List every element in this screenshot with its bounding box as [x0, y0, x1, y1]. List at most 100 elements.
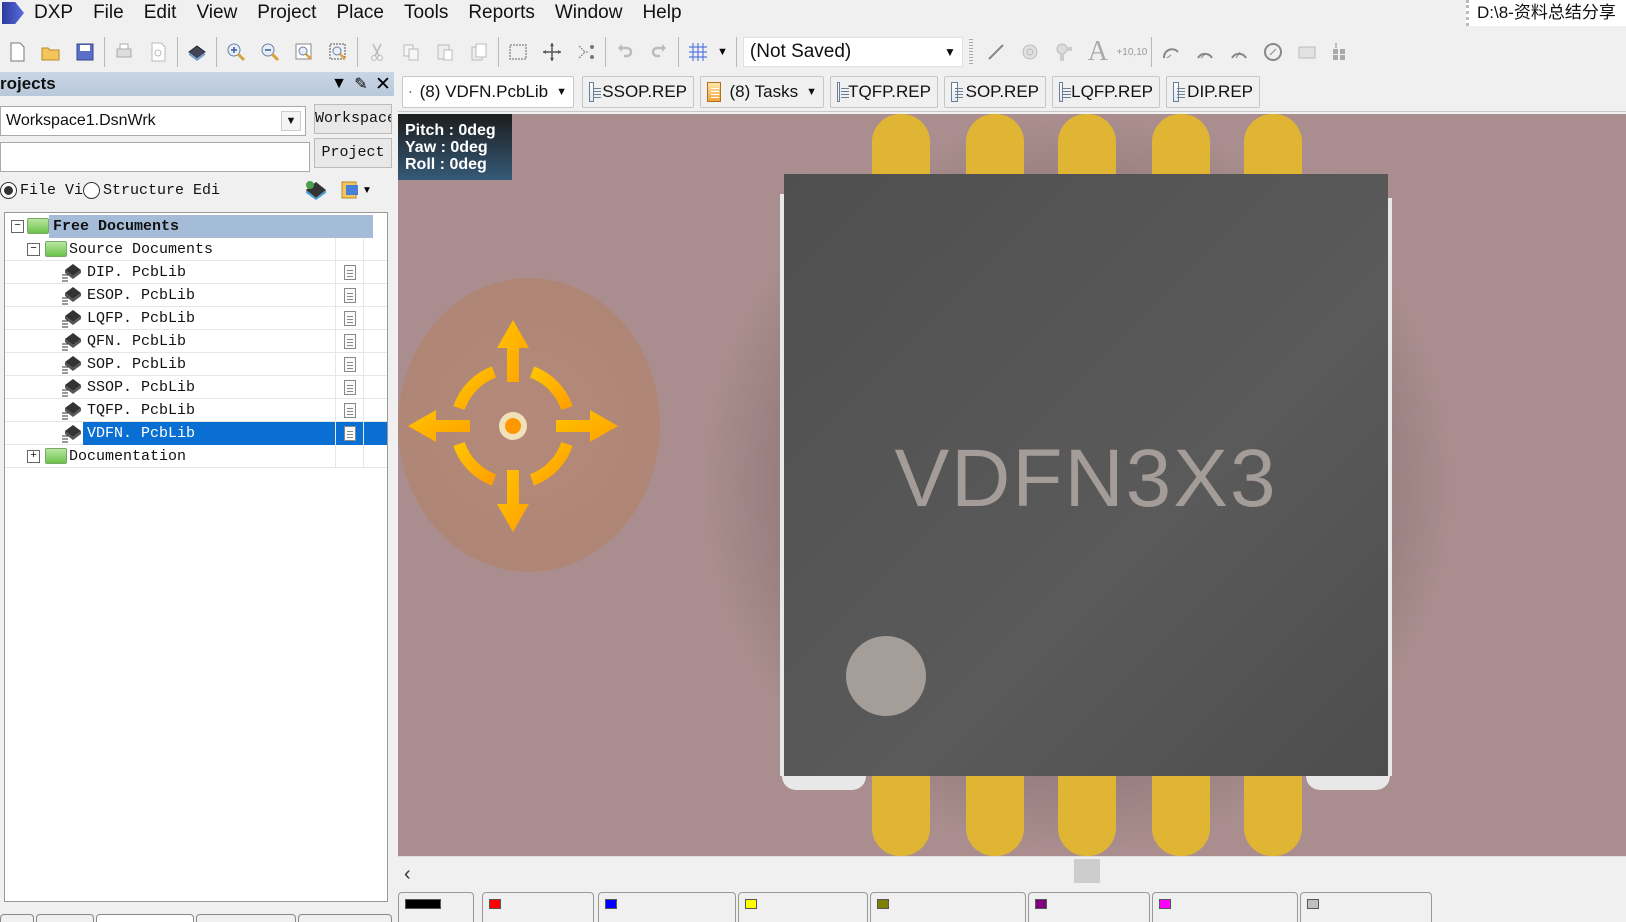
zoom-out-button[interactable] — [253, 36, 287, 68]
tree-file-item[interactable]: SOP. PcbLib — [5, 353, 387, 376]
move-button[interactable] — [535, 36, 569, 68]
chevron-down-icon[interactable]: ▼ — [556, 86, 567, 98]
deselect-button[interactable] — [569, 36, 603, 68]
chevron-down-icon[interactable]: ▼ — [806, 86, 817, 98]
arc-any-button[interactable] — [1222, 36, 1256, 68]
tree-node-documentation[interactable]: + Documentation — [5, 445, 387, 468]
menu-file[interactable]: File — [83, 0, 134, 26]
scrollbar-thumb[interactable] — [1074, 859, 1100, 883]
layer-tab[interactable] — [482, 892, 594, 922]
doc-tab-vdfn-pcblib[interactable]: (8) VDFN.PcbLib ▼ — [402, 76, 574, 108]
doc-tab-ssop-rep[interactable]: SSOP.REP — [582, 76, 694, 108]
variant-combo[interactable]: (Not Saved) ▼ — [742, 37, 963, 67]
layer-tab[interactable] — [1300, 892, 1432, 922]
close-icon[interactable]: ✕ — [372, 73, 394, 96]
panel-tab-projects[interactable] — [96, 914, 194, 922]
expand-icon[interactable]: + — [27, 450, 40, 463]
tree-file-item[interactable]: ESOP. PcbLib — [5, 284, 387, 307]
panel-menu-button[interactable]: ▼ — [328, 75, 350, 93]
doc-tab-tqfp-rep[interactable]: TQFP.REP — [830, 76, 938, 108]
place-coordinate-button[interactable]: +10,10 — [1115, 36, 1149, 68]
tree-file-item[interactable]: QFN. PcbLib — [5, 330, 387, 353]
project-field[interactable] — [0, 142, 310, 172]
open-button[interactable] — [34, 36, 68, 68]
workspace-combo[interactable]: Workspace1.DsnWrk ▼ — [0, 106, 306, 136]
arc-center-button[interactable] — [1154, 36, 1188, 68]
new-document-button[interactable] — [0, 36, 34, 68]
chevron-down-icon[interactable]: ▼ — [281, 111, 301, 131]
layer-tab[interactable] — [870, 892, 1026, 922]
menu-window[interactable]: Window — [545, 0, 633, 26]
place-string-button[interactable]: A — [1081, 36, 1115, 68]
paste-button[interactable] — [428, 36, 462, 68]
scroll-left-icon[interactable]: ‹ — [404, 863, 411, 886]
dxp-logo-icon[interactable] — [2, 2, 24, 24]
menu-project[interactable]: Project — [247, 0, 326, 26]
toolbar-grip[interactable] — [968, 39, 973, 65]
tree-node-source-documents[interactable]: − Source Documents — [5, 238, 387, 261]
file-view-radio[interactable] — [0, 181, 17, 199]
zoom-fit-button[interactable] — [287, 36, 321, 68]
compile-button[interactable] — [302, 178, 330, 202]
copy-button[interactable] — [394, 36, 428, 68]
panel-tab[interactable] — [0, 914, 34, 922]
tree-file-item[interactable]: DIP. PcbLib — [5, 261, 387, 284]
rubber-stamp-button[interactable] — [462, 36, 496, 68]
array-paste-button[interactable] — [1324, 36, 1358, 68]
doc-tab-dip-rep[interactable]: DIP.REP — [1166, 76, 1260, 108]
layer-tab[interactable] — [738, 892, 868, 922]
grid-dropdown-arrow-icon[interactable]: ▼ — [717, 46, 728, 58]
project-button[interactable]: Project — [314, 138, 392, 168]
zoom-selection-button[interactable] — [321, 36, 355, 68]
menu-reports[interactable]: Reports — [458, 0, 545, 26]
collapse-icon[interactable]: − — [11, 220, 24, 233]
place-line-button[interactable] — [979, 36, 1013, 68]
print-preview-button[interactable] — [141, 36, 175, 68]
cut-button[interactable] — [360, 36, 394, 68]
pcb-3d-canvas[interactable]: VDFN3X3 Pitch : 0deg Yaw: 0deg Roll: 0… — [398, 114, 1626, 856]
collapse-icon[interactable]: − — [27, 243, 40, 256]
menu-place[interactable]: Place — [326, 0, 394, 26]
navigation-widget-icon[interactable] — [398, 312, 634, 540]
structure-editor-radio[interactable] — [83, 181, 101, 199]
place-pad-button[interactable] — [1013, 36, 1047, 68]
tree-node-free-documents[interactable]: − Free Documents — [5, 215, 387, 238]
layer-tab[interactable] — [398, 892, 474, 922]
horizontal-scrollbar[interactable]: ‹ — [398, 856, 1626, 890]
menu-dxp[interactable]: DXP — [24, 0, 83, 26]
print-button[interactable] — [107, 36, 141, 68]
doc-tab-sop-rep[interactable]: SOP.REP — [944, 76, 1046, 108]
panel-tab[interactable] — [36, 914, 94, 922]
project-tree[interactable]: − Free Documents − Source Documents DIP.… — [4, 212, 388, 902]
tree-file-item[interactable]: TQFP. PcbLib — [5, 399, 387, 422]
grid-button[interactable] — [681, 36, 715, 68]
panel-tab[interactable] — [196, 914, 296, 922]
tree-file-item[interactable]: LQFP. PcbLib — [5, 307, 387, 330]
redo-button[interactable] — [642, 36, 676, 68]
layer-tab[interactable] — [598, 892, 736, 922]
document-path-field[interactable]: D:\8-资料总结分享 — [1466, 0, 1626, 26]
layer-tab[interactable] — [1028, 892, 1150, 922]
place-via-button[interactable] — [1047, 36, 1081, 68]
menu-tools[interactable]: Tools — [394, 0, 458, 26]
layer-tab[interactable] — [1152, 892, 1298, 922]
tree-file-item[interactable]: SSOP. PcbLib — [5, 376, 387, 399]
workspace-button[interactable]: Workspace — [314, 104, 392, 134]
fill-button[interactable] — [1290, 36, 1324, 68]
3d-view-button[interactable] — [180, 36, 214, 68]
pin-icon[interactable]: ✎ — [350, 74, 372, 94]
project-options-button[interactable]: ▼ — [336, 178, 376, 202]
doc-tab-lqfp-rep[interactable]: LQFP.REP — [1052, 76, 1160, 108]
undo-button[interactable] — [608, 36, 642, 68]
menu-help[interactable]: Help — [632, 0, 691, 26]
save-button[interactable] — [68, 36, 102, 68]
menu-view[interactable]: View — [186, 0, 247, 26]
full-circle-button[interactable] — [1256, 36, 1290, 68]
tree-file-item[interactable]: VDFN. PcbLib — [5, 422, 387, 445]
select-area-button[interactable] — [501, 36, 535, 68]
arc-edge-button[interactable] — [1188, 36, 1222, 68]
menu-edit[interactable]: Edit — [134, 0, 187, 26]
zoom-in-button[interactable] — [219, 36, 253, 68]
doc-tab-tasks[interactable]: (8) Tasks ▼ — [700, 76, 824, 108]
panel-tab[interactable] — [298, 914, 392, 922]
